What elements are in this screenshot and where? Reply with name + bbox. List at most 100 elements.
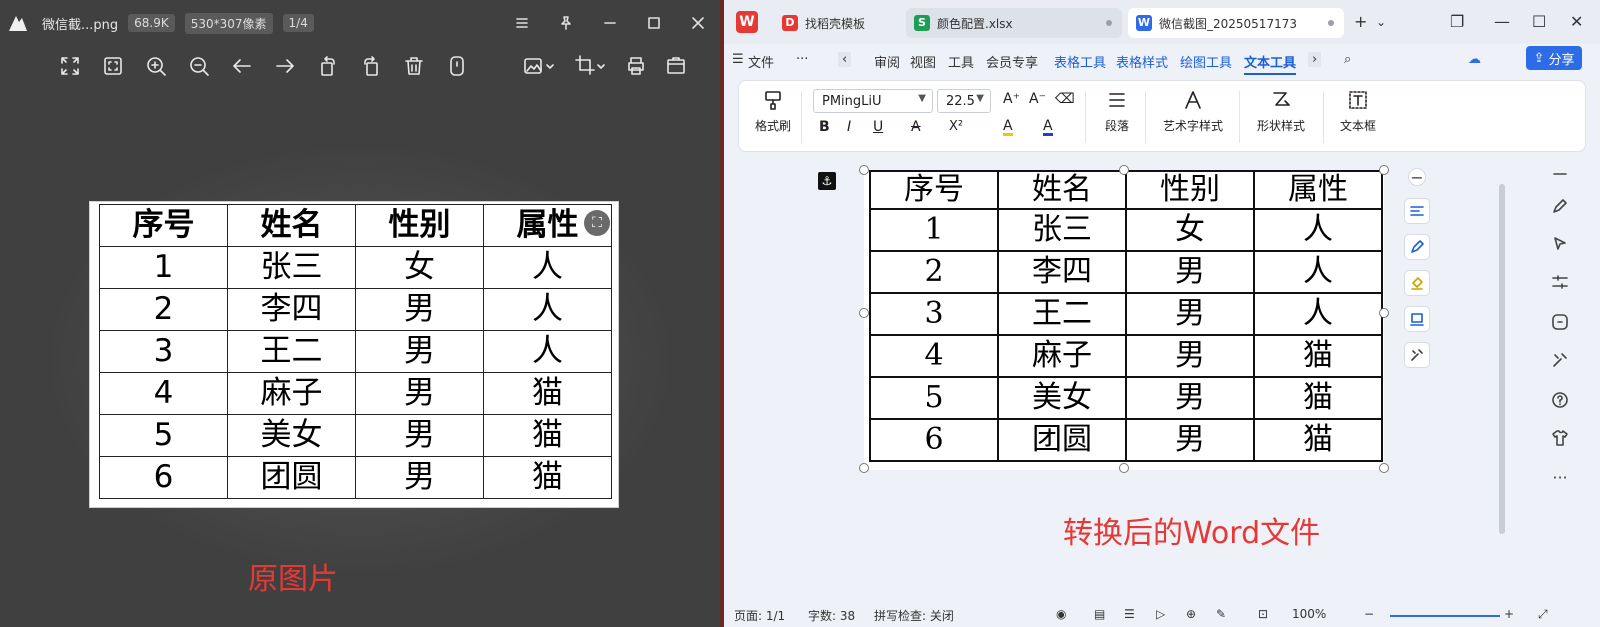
next-arrow-icon[interactable] <box>273 54 297 78</box>
table-cell[interactable]: 3 <box>869 292 999 336</box>
shape-style-button[interactable]: 形状样式 <box>1249 89 1313 134</box>
clear-format-icon[interactable]: ⌫ <box>1055 91 1075 107</box>
wps-logo-icon[interactable]: W <box>736 11 758 33</box>
header-cell[interactable]: 序号 <box>869 170 999 210</box>
table-cell[interactable]: 猫 <box>1253 334 1383 378</box>
pen-icon[interactable] <box>1550 196 1570 216</box>
menu-scroll-right-icon[interactable]: › <box>1308 52 1322 67</box>
menu-drawing-tools[interactable]: 绘图工具 <box>1180 52 1232 71</box>
pen-icon[interactable]: ✎ <box>1216 607 1226 621</box>
menu-text-tools[interactable]: 文本工具 <box>1244 52 1297 75</box>
tab-close-dot-icon[interactable] <box>1328 20 1334 26</box>
select-cursor-icon[interactable] <box>1550 234 1570 254</box>
anchor-icon[interactable]: ⚓ <box>818 172 836 190</box>
table-cell[interactable]: 男 <box>1125 376 1255 420</box>
minimize-icon[interactable]: — <box>1494 12 1510 31</box>
zoom-slider[interactable] <box>1390 615 1500 617</box>
maximize-icon[interactable]: ☐ <box>1532 12 1546 31</box>
resize-handle[interactable] <box>1119 463 1129 473</box>
table-cell[interactable]: 美女 <box>997 376 1127 420</box>
ai-writer-icon[interactable] <box>1550 312 1570 332</box>
menu-member[interactable]: 会员专享 <box>986 52 1038 71</box>
expand-icon[interactable]: ⛶ <box>584 210 610 236</box>
menu-file[interactable]: 文件 <box>748 52 774 71</box>
tab-spreadsheet[interactable]: S 颜色配置.xlsx <box>906 8 1122 38</box>
resize-handle[interactable] <box>859 165 869 175</box>
superscript-button[interactable]: X² <box>949 119 963 134</box>
table-cell[interactable]: 女 <box>1125 208 1255 252</box>
underline-button[interactable]: U <box>873 119 883 135</box>
menu-table-tools[interactable]: 表格工具 <box>1054 52 1106 71</box>
minimize-icon[interactable] <box>588 0 632 46</box>
restore-window-icon[interactable]: ❐ <box>1450 12 1464 31</box>
fullscreen-icon[interactable] <box>58 54 82 78</box>
delete-icon[interactable] <box>402 54 426 78</box>
layout-options-icon[interactable] <box>1404 198 1430 224</box>
format-painter-button[interactable]: 格式刷 <box>751 89 795 134</box>
header-cell[interactable]: 姓名 <box>997 170 1127 210</box>
italic-button[interactable]: I <box>847 119 851 135</box>
table-cell[interactable]: 人 <box>1253 208 1383 252</box>
scrollbar-thumb[interactable] <box>1499 184 1505 534</box>
art-text-style-button[interactable]: 艺术字样式 <box>1155 89 1231 134</box>
word-count[interactable]: 字数: 38 <box>808 607 855 624</box>
sliders-icon[interactable] <box>1550 272 1570 292</box>
table-cell[interactable]: 6 <box>869 418 999 462</box>
table-cell[interactable]: 麻子 <box>997 334 1127 378</box>
tab-list-icon[interactable]: ⌄ <box>1376 15 1386 29</box>
menu-more[interactable]: ··· <box>796 52 808 67</box>
rotate-right-icon[interactable] <box>359 54 383 78</box>
header-cell[interactable]: 属性 <box>1253 170 1383 210</box>
resize-handle[interactable] <box>1379 308 1389 318</box>
table-cell[interactable]: 王二 <box>997 292 1127 336</box>
pen-icon[interactable] <box>1404 234 1430 260</box>
zoom-in-icon[interactable]: + <box>1504 607 1514 621</box>
menu-icon[interactable] <box>500 0 544 46</box>
fill-bucket-icon[interactable] <box>1404 270 1430 296</box>
page-indicator[interactable]: 页面: 1/1 <box>734 607 785 624</box>
strikethrough-button[interactable]: A <box>911 119 921 135</box>
table-cell[interactable]: 张三 <box>997 208 1127 252</box>
fit-page-icon[interactable]: ⊡ <box>1258 607 1268 621</box>
crop-icon[interactable] <box>574 54 608 78</box>
menu-view[interactable]: 视图 <box>910 52 936 71</box>
menu-table-style[interactable]: 表格样式 <box>1116 52 1168 71</box>
web-view-icon[interactable]: ⊕ <box>1186 607 1196 621</box>
zoom-level[interactable]: 100% <box>1292 607 1326 621</box>
table-cell[interactable]: 2 <box>869 250 999 294</box>
font-size-select[interactable]: 22.5 ▼ <box>937 89 991 113</box>
eye-icon[interactable]: ◉ <box>1056 607 1066 621</box>
table-cell[interactable]: 男 <box>1125 334 1255 378</box>
zoom-out-icon[interactable] <box>187 54 211 78</box>
menu-scroll-left-icon[interactable]: ‹ <box>838 52 852 67</box>
hamburger-icon[interactable]: ☰ <box>732 52 744 67</box>
tab-document[interactable]: W 微信截图_20250517173 <box>1128 8 1344 38</box>
table-cell[interactable]: 李四 <box>997 250 1127 294</box>
spell-check-status[interactable]: 拼写检查: 关闭 <box>874 607 954 624</box>
paragraph-button[interactable]: 段落 <box>1095 89 1139 134</box>
new-tab-icon[interactable]: + <box>1354 12 1367 31</box>
pin-icon[interactable] <box>544 0 588 46</box>
tools-icon[interactable] <box>1550 350 1570 370</box>
grow-font-icon[interactable]: A⁺ <box>1003 91 1020 107</box>
menu-review[interactable]: 审阅 <box>874 52 900 71</box>
fullscreen-icon[interactable]: ⤢ <box>1538 607 1548 622</box>
tools-icon[interactable] <box>1404 342 1430 368</box>
help-icon[interactable] <box>1550 390 1570 410</box>
cloud-upload-icon[interactable]: ☁ <box>1468 52 1481 67</box>
more-icon[interactable]: ··· <box>1550 468 1570 488</box>
outline-view-icon[interactable]: ☰ <box>1124 607 1135 621</box>
zoom-in-icon[interactable] <box>144 54 168 78</box>
menu-tools[interactable]: 工具 <box>948 52 974 71</box>
minimize-panel-icon[interactable] <box>1550 164 1570 184</box>
font-color-button[interactable]: A <box>1043 119 1053 136</box>
header-cell[interactable]: 性别 <box>1125 170 1255 210</box>
search-icon[interactable]: ⌕ <box>1344 52 1351 67</box>
zoom-out-icon[interactable]: − <box>1364 607 1374 621</box>
previous-arrow-icon[interactable] <box>230 54 254 78</box>
font-name-select[interactable]: PMingLiU ▼ <box>813 89 933 113</box>
resize-handle[interactable] <box>1379 165 1389 175</box>
page-view-icon[interactable]: ▤ <box>1094 607 1105 621</box>
table-cell[interactable]: 1 <box>869 208 999 252</box>
table-cell[interactable]: 男 <box>1125 418 1255 462</box>
